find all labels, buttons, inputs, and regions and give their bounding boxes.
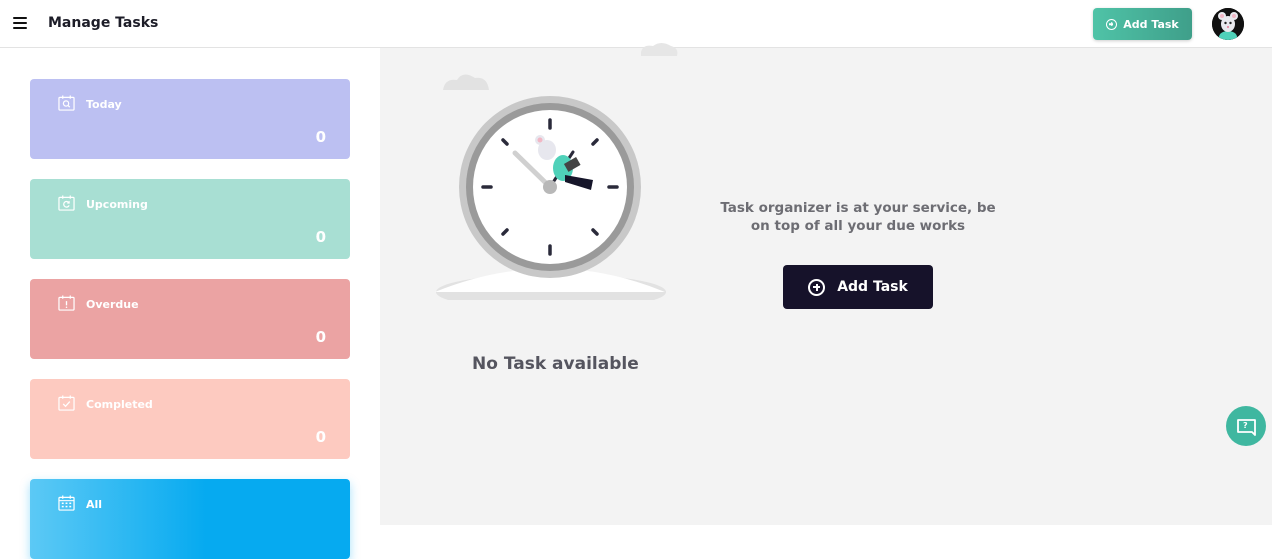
sidebar: Today 0 Upcoming 0 Overdue 0 Completed 0… [0, 48, 380, 559]
sidebar-card-all[interactable]: All [30, 479, 350, 559]
mouse-avatar-icon [1212, 8, 1244, 40]
sidebar-card-count: 0 [315, 428, 326, 446]
svg-text:?: ? [1243, 421, 1248, 430]
empty-state-title: No Task available [472, 354, 639, 374]
clock-illustration [435, 43, 678, 300]
sidebar-card-label: Today [86, 98, 122, 111]
calendar-alert-icon [58, 295, 75, 311]
sidebar-card-count: 0 [315, 328, 326, 346]
sidebar-card-label: Upcoming [86, 198, 148, 211]
empty-state-description: Task organizer is at your service, be on… [720, 200, 996, 234]
sidebar-card-label: Completed [86, 398, 153, 411]
calendar-check-icon [58, 395, 75, 411]
avatar[interactable] [1212, 8, 1244, 40]
help-chat-icon: ? [1237, 419, 1256, 436]
header-add-task-label: Add Task [1123, 17, 1179, 31]
calendar-search-icon [58, 95, 75, 111]
sidebar-card-upcoming[interactable]: Upcoming 0 [30, 179, 350, 259]
sidebar-card-completed[interactable]: Completed 0 [30, 379, 350, 459]
sidebar-card-overdue[interactable]: Overdue 0 [30, 279, 350, 359]
main-add-task-label: Add Task [837, 279, 908, 295]
sidebar-card-label: Overdue [86, 298, 139, 311]
main-add-task-button[interactable]: Add Task [783, 265, 933, 309]
page-title: Manage Tasks [48, 15, 159, 31]
sidebar-card-count: 0 [315, 128, 326, 146]
plus-circle-icon [1106, 18, 1118, 30]
plus-circle-icon [808, 278, 826, 296]
sidebar-card-count: 0 [315, 228, 326, 246]
help-chat-button[interactable]: ? [1226, 406, 1266, 446]
hamburger-menu-icon[interactable] [13, 17, 27, 29]
calendar-grid-icon [58, 495, 75, 511]
calendar-refresh-icon [58, 195, 75, 211]
sidebar-card-label: All [86, 498, 103, 511]
sidebar-card-today[interactable]: Today 0 [30, 79, 350, 159]
header-add-task-button[interactable]: Add Task [1093, 8, 1192, 40]
